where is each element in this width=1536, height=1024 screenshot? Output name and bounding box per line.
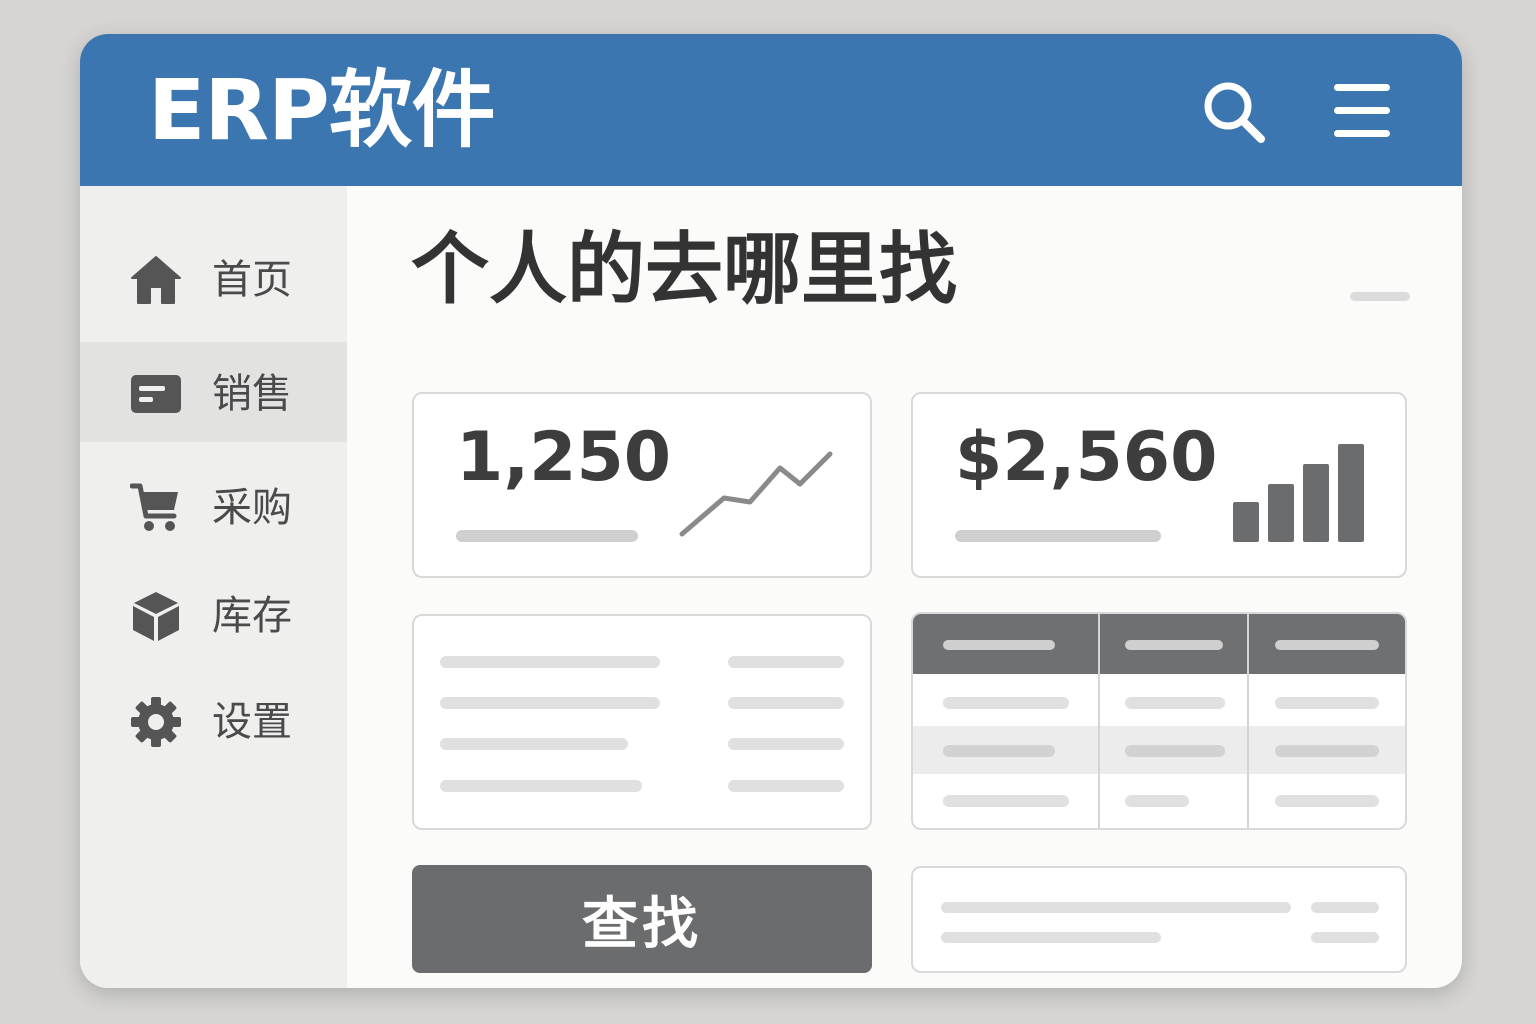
table-cell <box>943 697 1069 709</box>
home-icon <box>131 256 181 304</box>
sidebar-item-label: 首页 <box>212 257 292 303</box>
list-item <box>440 656 660 668</box>
list-item <box>941 932 1161 943</box>
search-icon <box>1204 82 1265 143</box>
sidebar-item-label: 采购 <box>212 485 292 531</box>
app-header: ERP软件 <box>80 34 1462 186</box>
table-cell <box>1125 745 1225 757</box>
table-cell <box>1125 795 1189 807</box>
app-title: ERP软件 <box>148 61 496 159</box>
hamburger-menu-icon <box>1334 84 1390 137</box>
list-item <box>1311 902 1379 913</box>
sidebar-item-label: 设置 <box>212 699 292 745</box>
sidebar-item-sales[interactable]: 销售 <box>80 342 347 442</box>
find-button[interactable]: 查找 <box>412 865 872 973</box>
stat-value: $2,560 <box>955 418 1218 497</box>
stat-caption-placeholder <box>955 530 1161 542</box>
gear-icon <box>131 697 181 747</box>
table-cell <box>1275 795 1379 807</box>
column-header[interactable] <box>943 640 1055 650</box>
list-item <box>728 738 844 750</box>
list-card <box>412 614 872 830</box>
list-item <box>1311 932 1379 943</box>
table-divider <box>1247 614 1249 828</box>
sidebar-item-settings[interactable]: 设置 <box>80 670 347 770</box>
main-content: 个人的去哪里找 1,250 $2,560 查找 <box>347 186 1462 988</box>
stat-card-amount[interactable]: $2,560 <box>911 392 1407 578</box>
search-button[interactable] <box>1200 78 1270 148</box>
sidebar-item-label: 销售 <box>212 371 292 417</box>
stat-value: 1,250 <box>456 418 672 497</box>
list-item <box>728 697 844 709</box>
column-header[interactable] <box>1125 640 1223 650</box>
sales-card-icon <box>131 375 181 413</box>
summary-card <box>911 866 1407 973</box>
table-cell <box>943 795 1069 807</box>
table-cell <box>943 745 1055 757</box>
line-trend-icon <box>679 451 833 537</box>
bar-chart-icon <box>1233 444 1364 542</box>
app-window: ERP软件 首页 销售 采购 库存 设置 个人的去哪里找 1,250 $2,56… <box>80 34 1462 988</box>
sidebar: 首页 销售 采购 库存 设置 <box>80 186 347 988</box>
column-header[interactable] <box>1275 640 1379 650</box>
sidebar-item-label: 库存 <box>212 593 292 639</box>
table-cell <box>1275 745 1379 757</box>
shopping-cart-icon <box>130 483 178 531</box>
box-icon <box>133 592 179 641</box>
sidebar-item-purchase[interactable]: 采购 <box>80 456 347 556</box>
list-item <box>440 697 660 709</box>
stat-card-count[interactable]: 1,250 <box>412 392 872 578</box>
table-divider <box>1098 614 1100 828</box>
sidebar-item-inventory[interactable]: 库存 <box>80 564 347 664</box>
sidebar-item-home[interactable]: 首页 <box>80 228 347 328</box>
list-item <box>941 902 1291 913</box>
list-item <box>728 656 844 668</box>
list-item <box>440 780 642 792</box>
list-item <box>728 780 844 792</box>
menu-button[interactable] <box>1328 78 1398 148</box>
page-title: 个人的去哪里找 <box>411 225 958 315</box>
stat-caption-placeholder <box>456 530 638 542</box>
data-table <box>911 612 1407 830</box>
list-item <box>440 738 628 750</box>
table-cell <box>1275 697 1379 709</box>
table-cell <box>1125 697 1225 709</box>
minimize-dash[interactable] <box>1350 292 1410 301</box>
